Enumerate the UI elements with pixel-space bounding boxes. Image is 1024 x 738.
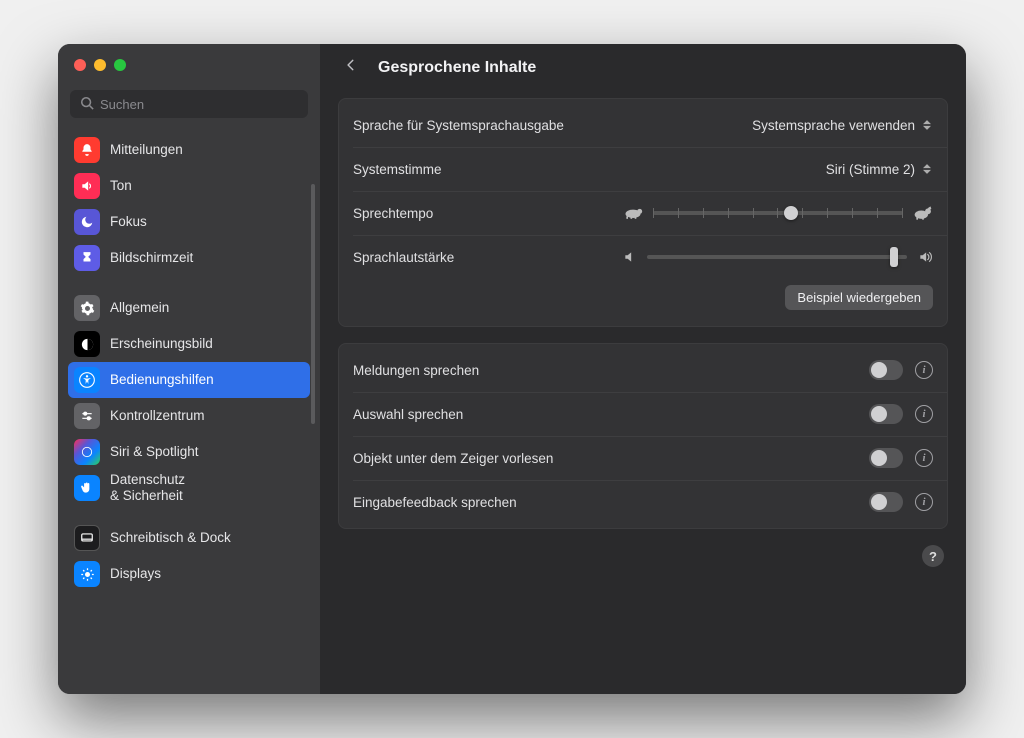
moon-icon <box>74 209 100 235</box>
sidebar-item-label: Datenschutz & Sicherheit <box>110 472 185 503</box>
volume-low-icon <box>623 250 637 264</box>
sidebar-item-desktop[interactable]: Schreibtisch & Dock <box>68 520 310 556</box>
settings-window: Mitteilungen Ton Fokus Bildschirmzeit <box>58 44 966 694</box>
info-button[interactable]: i <box>915 361 933 379</box>
sidebar-item-label: Bildschirmzeit <box>110 250 193 266</box>
system-voice-select[interactable]: Siri (Stimme 2) <box>826 161 933 177</box>
sidebar-item-privacy[interactable]: Datenschutz & Sicherheit <box>68 470 310 506</box>
siri-icon <box>74 439 100 465</box>
sidebar-item-appearance[interactable]: Erscheinungsbild <box>68 326 310 362</box>
speaker-icon <box>74 173 100 199</box>
hourglass-icon <box>74 245 100 271</box>
sidebar-nav[interactable]: Mitteilungen Ton Fokus Bildschirmzeit <box>58 128 320 694</box>
content-area: Sprache für Systemsprachausgabe Systemsp… <box>320 92 966 694</box>
speech-volume-control <box>623 250 933 264</box>
info-button[interactable]: i <box>915 493 933 511</box>
speech-toggles-panel: Meldungen sprechen i Auswahl sprechen i … <box>338 343 948 529</box>
sidebar-item-label: Siri & Spotlight <box>110 444 199 460</box>
window-zoom-button[interactable] <box>114 59 126 71</box>
sidebar-item-focus[interactable]: Fokus <box>68 204 310 240</box>
help-row: ? <box>338 545 948 567</box>
speaking-rate-control <box>623 206 933 220</box>
speech-language-select[interactable]: Systemsprache verwenden <box>752 117 933 133</box>
row-speak-typing: Eingabefeedback sprechen i <box>339 480 947 524</box>
row-label: Auswahl sprechen <box>353 407 463 422</box>
sidebar-item-label: Displays <box>110 566 161 582</box>
info-button[interactable]: i <box>915 449 933 467</box>
sliders-icon <box>74 403 100 429</box>
sidebar-item-label: Schreibtisch & Dock <box>110 530 231 546</box>
titlebar <box>58 44 320 86</box>
sidebar: Mitteilungen Ton Fokus Bildschirmzeit <box>58 44 320 694</box>
row-speech-volume: Sprachlautstärke <box>339 235 947 279</box>
sidebar-item-accessibility[interactable]: Bedienungshilfen <box>68 362 310 398</box>
toggle-speak-typing[interactable] <box>869 492 903 512</box>
search-input[interactable] <box>70 90 308 118</box>
play-sample-button[interactable]: Beispiel wiedergeben <box>785 285 933 310</box>
search-field-wrap <box>58 86 320 128</box>
row-label: Sprachlautstärke <box>353 250 454 265</box>
sidebar-item-displays[interactable]: Displays <box>68 556 310 592</box>
sidebar-item-label: Fokus <box>110 214 147 230</box>
sidebar-scrollbar[interactable] <box>311 184 315 424</box>
sidebar-item-general[interactable]: Allgemein <box>68 290 310 326</box>
speaking-rate-slider[interactable] <box>653 211 903 215</box>
volume-high-icon <box>917 250 933 264</box>
info-button[interactable]: i <box>915 405 933 423</box>
sidebar-item-label: Mitteilungen <box>110 142 183 158</box>
sidebar-item-notifications[interactable]: Mitteilungen <box>68 132 310 168</box>
accessibility-icon <box>74 367 100 393</box>
window-minimize-button[interactable] <box>94 59 106 71</box>
toggle-speak-announcements[interactable] <box>869 360 903 380</box>
sidebar-item-sound[interactable]: Ton <box>68 168 310 204</box>
contrast-icon <box>74 331 100 357</box>
chevron-updown-icon <box>921 161 933 177</box>
toggle-speak-selection[interactable] <box>869 404 903 424</box>
main-pane: Gesprochene Inhalte Sprache für Systemsp… <box>320 44 966 694</box>
sidebar-item-screentime[interactable]: Bildschirmzeit <box>68 240 310 276</box>
search-icon <box>80 96 94 110</box>
row-label: Sprechtempo <box>353 206 433 221</box>
select-value: Siri (Stimme 2) <box>826 162 915 177</box>
row-label: Sprache für Systemsprachausgabe <box>353 118 564 133</box>
help-button[interactable]: ? <box>922 545 944 567</box>
brightness-icon <box>74 561 100 587</box>
gear-icon <box>74 295 100 321</box>
speech-settings-panel: Sprache für Systemsprachausgabe Systemsp… <box>338 98 948 327</box>
sidebar-item-label: Erscheinungsbild <box>110 336 213 352</box>
window-close-button[interactable] <box>74 59 86 71</box>
row-play-sample: Beispiel wiedergeben <box>339 279 947 322</box>
bell-icon <box>74 137 100 163</box>
sidebar-item-controlcenter[interactable]: Kontrollzentrum <box>68 398 310 434</box>
chevron-updown-icon <box>921 117 933 133</box>
sidebar-item-label: Ton <box>110 178 132 194</box>
page-title: Gesprochene Inhalte <box>378 59 536 77</box>
hand-icon <box>74 475 100 501</box>
row-speak-hover: Objekt unter dem Zeiger vorlesen i <box>339 436 947 480</box>
row-label: Objekt unter dem Zeiger vorlesen <box>353 451 553 466</box>
row-speech-language: Sprache für Systemsprachausgabe Systemsp… <box>339 103 947 147</box>
sidebar-item-label: Bedienungshilfen <box>110 372 214 388</box>
row-speak-announcements: Meldungen sprechen i <box>339 348 947 392</box>
sidebar-item-siri[interactable]: Siri & Spotlight <box>68 434 310 470</box>
sidebar-item-label: Allgemein <box>110 300 169 316</box>
toggle-speak-hover[interactable] <box>869 448 903 468</box>
select-value: Systemsprache verwenden <box>752 118 915 133</box>
dock-icon <box>74 525 100 551</box>
row-label: Systemstimme <box>353 162 442 177</box>
speech-volume-slider[interactable] <box>647 255 907 259</box>
row-system-voice: Systemstimme Siri (Stimme 2) <box>339 147 947 191</box>
row-label: Meldungen sprechen <box>353 363 479 378</box>
row-speaking-rate: Sprechtempo <box>339 191 947 235</box>
sidebar-item-label: Kontrollzentrum <box>110 408 205 424</box>
back-button[interactable] <box>338 52 364 84</box>
row-speak-selection: Auswahl sprechen i <box>339 392 947 436</box>
rabbit-icon <box>913 206 933 220</box>
row-label: Eingabefeedback sprechen <box>353 495 517 510</box>
turtle-icon <box>623 206 643 220</box>
main-header: Gesprochene Inhalte <box>320 44 966 92</box>
